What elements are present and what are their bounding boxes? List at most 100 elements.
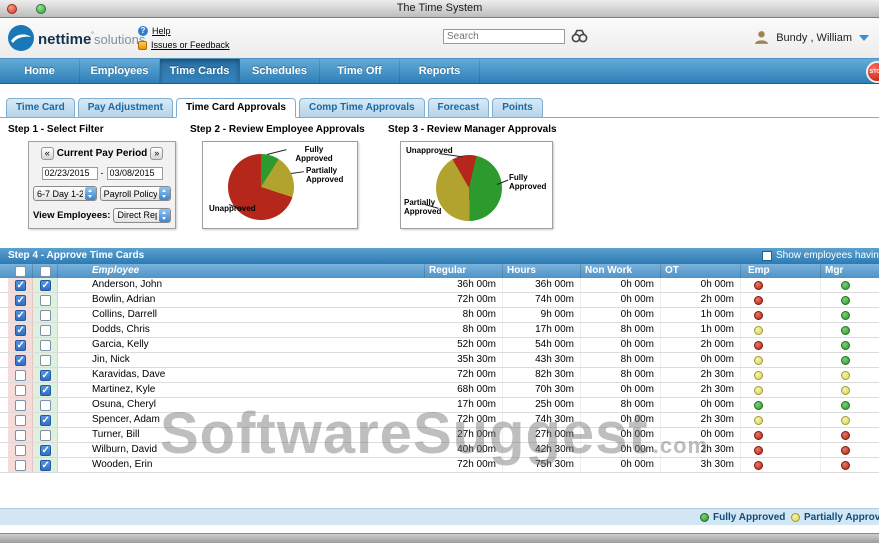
employee-select-cell — [8, 353, 33, 367]
row-manager-checkbox[interactable] — [40, 460, 51, 471]
column-header-mgr[interactable]: Mgr — [821, 264, 879, 278]
select-all-checkbox-1[interactable] — [15, 266, 26, 277]
overtime-hours-cell: 0h 00m — [661, 278, 741, 292]
help-link[interactable]: Help — [152, 26, 171, 36]
employee-select-cell — [8, 293, 33, 307]
employee-name-cell: Karavidas, Dave — [58, 368, 425, 382]
dropdown-arrows-icon — [85, 187, 96, 200]
subtab-points[interactable]: Points — [492, 98, 543, 118]
binoculars-search-icon[interactable] — [571, 28, 588, 44]
step1-title: Step 1 - Select Filter — [8, 124, 104, 135]
employee-status-dot-icon — [754, 341, 763, 350]
row-employee-checkbox[interactable] — [15, 400, 26, 411]
nav-tab-home[interactable]: Home — [0, 59, 80, 83]
row-manager-checkbox[interactable] — [40, 340, 51, 351]
row-manager-checkbox[interactable] — [40, 295, 51, 306]
employee-select-cell — [8, 338, 33, 352]
row-manager-checkbox[interactable] — [40, 445, 51, 456]
row-employee-checkbox[interactable] — [15, 280, 26, 291]
pie-label-unapproved: Unapproved — [209, 204, 271, 213]
stop-clock-button[interactable]: STOP — [866, 61, 879, 83]
table-row: Karavidas, Dave72h 00m82h 30m8h 00m2h 30… — [0, 368, 879, 383]
employee-status-dot-icon — [754, 386, 763, 395]
row-employee-checkbox[interactable] — [15, 460, 26, 471]
app-header: nettime˚solutions ? Help Issues or Feedb… — [0, 18, 879, 58]
subtab-pay-adjustment[interactable]: Pay Adjustment — [78, 98, 173, 118]
non-work-hours-cell: 0h 00m — [581, 458, 661, 472]
show-employees-checkbox[interactable] — [762, 251, 772, 261]
employee-select-cell — [8, 308, 33, 322]
nav-tab-schedules[interactable]: Schedules — [240, 59, 320, 83]
select-all-manager-cell — [33, 264, 58, 278]
row-left-spacer — [0, 278, 8, 292]
show-employees-label: Show employees having — [776, 250, 879, 261]
row-manager-checkbox[interactable] — [40, 310, 51, 321]
row-manager-checkbox[interactable] — [40, 280, 51, 291]
user-avatar-icon — [754, 30, 769, 45]
row-employee-checkbox[interactable] — [15, 295, 26, 306]
regular-hours-cell: 35h 30m — [425, 353, 503, 367]
nav-tab-employees[interactable]: Employees — [80, 59, 160, 83]
column-header-hours[interactable]: Hours — [503, 264, 581, 278]
nav-tab-reports[interactable]: Reports — [400, 59, 480, 83]
row-manager-checkbox[interactable] — [40, 430, 51, 441]
non-work-hours-cell: 8h 00m — [581, 323, 661, 337]
window-bottom-bar — [0, 533, 879, 543]
row-employee-checkbox[interactable] — [15, 385, 26, 396]
subtab-forecast[interactable]: Forecast — [428, 98, 490, 118]
row-manager-checkbox[interactable] — [40, 355, 51, 366]
row-employee-checkbox[interactable] — [15, 340, 26, 351]
row-employee-checkbox[interactable] — [15, 415, 26, 426]
column-header-ot[interactable]: OT — [661, 264, 741, 278]
row-employee-checkbox[interactable] — [15, 355, 26, 366]
nav-tab-time-cards[interactable]: Time Cards — [160, 59, 240, 83]
manager-select-cell — [33, 353, 58, 367]
select-all-checkbox-2[interactable] — [40, 266, 51, 277]
column-header-emp[interactable]: Emp — [741, 264, 821, 278]
next-period-button[interactable]: » — [150, 147, 163, 160]
view-employees-dropdown[interactable]: Direct Report — [113, 208, 171, 223]
row-employee-checkbox[interactable] — [15, 370, 26, 381]
feedback-link[interactable]: Issues or Feedback — [151, 40, 230, 50]
non-work-hours-cell: 8h 00m — [581, 368, 661, 382]
subtab-time-card-approvals[interactable]: Time Card Approvals — [176, 98, 296, 118]
search-input[interactable] — [443, 29, 565, 44]
manager-approval-cell — [821, 293, 879, 307]
manager-status-dot-icon — [841, 416, 850, 425]
period-start-input[interactable] — [42, 167, 98, 180]
pay-class-dropdown[interactable]: 6-7 Day 1-2 D — [33, 186, 97, 201]
manager-status-dot-icon — [841, 401, 850, 410]
employee-approval-cell — [741, 383, 821, 397]
user-menu[interactable]: Bundy , William — [754, 30, 869, 45]
row-manager-checkbox[interactable] — [40, 325, 51, 336]
employee-name-cell: Bowlin, Adrian — [58, 293, 425, 307]
employee-status-dot-icon — [754, 296, 763, 305]
row-employee-checkbox[interactable] — [15, 445, 26, 456]
row-manager-checkbox[interactable] — [40, 400, 51, 411]
brand-name: nettime — [38, 31, 91, 48]
row-manager-checkbox[interactable] — [40, 385, 51, 396]
manager-select-cell — [33, 293, 58, 307]
user-menu-chevron-icon[interactable] — [859, 35, 869, 41]
pie-label-fully-approved: Fully Approved — [291, 145, 337, 163]
column-header-employee[interactable]: Employee — [58, 264, 425, 278]
policy-dropdown[interactable]: Payroll Policy — [100, 186, 171, 201]
prev-period-button[interactable]: « — [41, 147, 54, 160]
row-employee-checkbox[interactable] — [15, 430, 26, 441]
manager-select-cell — [33, 443, 58, 457]
row-employee-checkbox[interactable] — [15, 325, 26, 336]
row-manager-checkbox[interactable] — [40, 415, 51, 426]
column-header-regular[interactable]: Regular — [425, 264, 503, 278]
callout-line — [291, 171, 304, 174]
row-employee-checkbox[interactable] — [15, 310, 26, 321]
row-manager-checkbox[interactable] — [40, 370, 51, 381]
manager-status-dot-icon — [841, 371, 850, 380]
manager-status-dot-icon — [841, 386, 850, 395]
period-end-input[interactable] — [107, 167, 163, 180]
subtab-comp-time-approvals[interactable]: Comp Time Approvals — [299, 98, 425, 118]
employee-approval-cell — [741, 443, 821, 457]
total-hours-cell: 74h 00m — [503, 293, 581, 307]
nav-tab-time-off[interactable]: Time Off — [320, 59, 400, 83]
subtab-time-card[interactable]: Time Card — [6, 98, 75, 118]
column-header-non-work[interactable]: Non Work — [581, 264, 661, 278]
